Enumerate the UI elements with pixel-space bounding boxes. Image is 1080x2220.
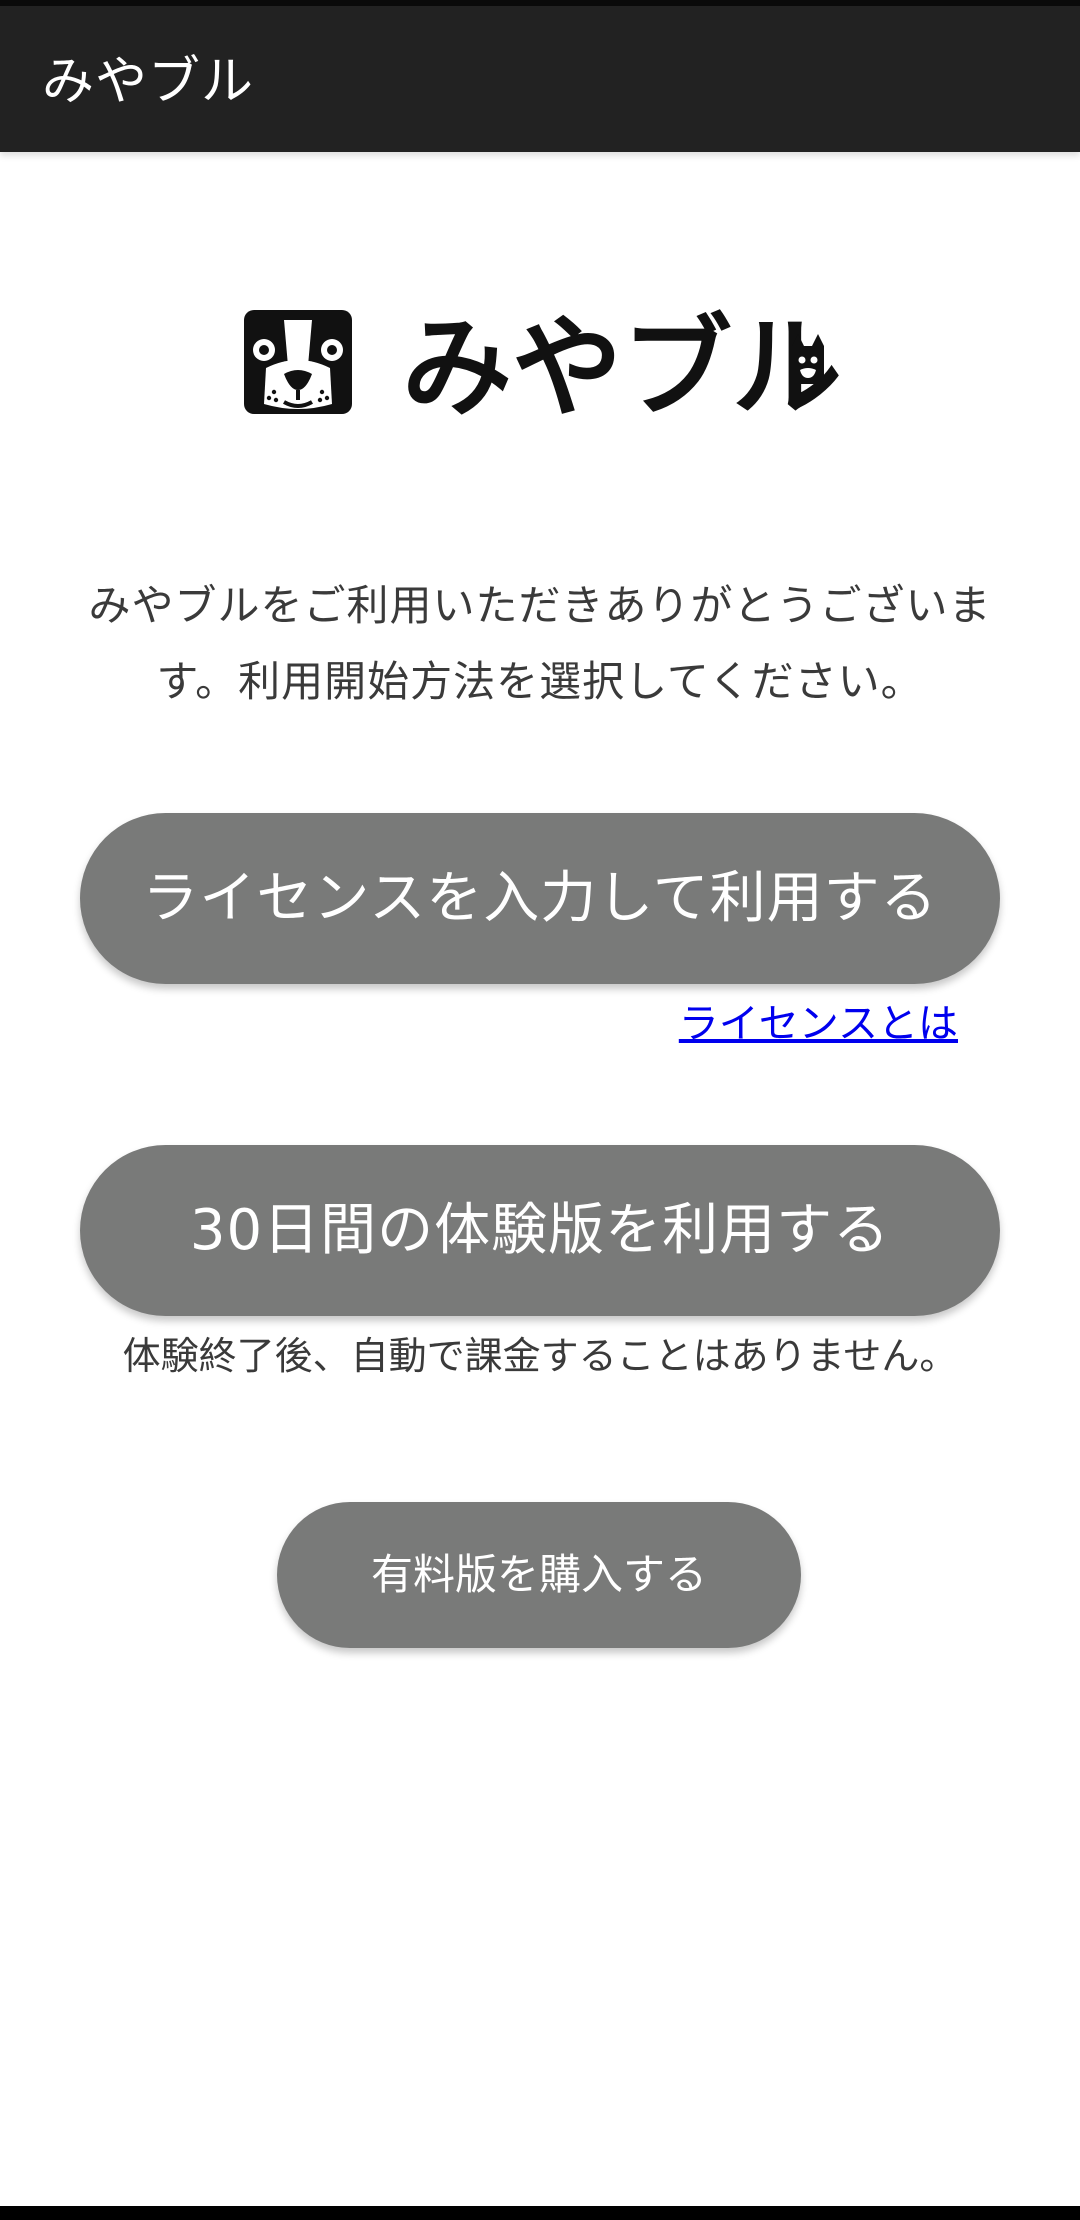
system-navigation-bar <box>0 2206 1080 2220</box>
app-title: みやブル <box>42 52 255 112</box>
logo-wordmark: みやブル <box>402 306 840 418</box>
app-logo: みやブル <box>244 306 840 418</box>
what-is-license-link[interactable]: ライセンスとは <box>679 996 958 1052</box>
enter-license-button[interactable]: ライセンスを入力して利用する <box>80 813 1000 984</box>
trial-note: 体験終了後、自動で課金することはありません。 <box>122 1334 958 1378</box>
license-selection-screen: みやブル みやブル みやブルをご利用いただきありがとうございます。利用開始方法を… <box>0 0 1080 2220</box>
buy-paid-version-button[interactable]: 有料版を購入する <box>277 1502 801 1648</box>
intro-message: みやブルをご利用いただきありがとうございます。利用開始方法を選択してください。 <box>88 581 992 706</box>
bulldog-face-icon <box>244 310 352 414</box>
app-bar: みやブル <box>0 0 1080 152</box>
trial-30-days-button[interactable]: 30日間の体験版を利用する <box>80 1145 1000 1316</box>
